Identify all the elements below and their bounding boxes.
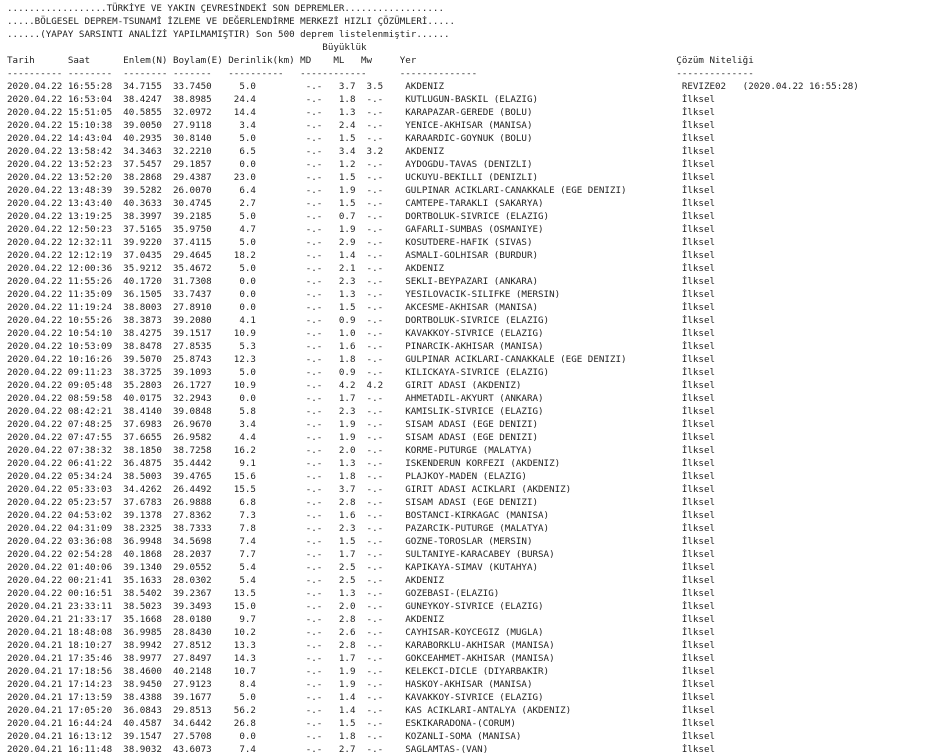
table-row: 2020.04.22 07:47:55 37.6655 26.9582 4.4 … — [7, 432, 716, 443]
table-row: 2020.04.22 09:11:23 38.3725 39.1093 5.0 … — [7, 367, 716, 378]
earthquake-list: ..................TÜRKİYE VE YAKIN ÇEVRE… — [7, 2, 859, 756]
column-headers: Tarih Saat Enlem(N) Boylam(E) Derinlik(k… — [7, 55, 754, 66]
table-row: 2020.04.22 13:48:39 39.5282 26.0070 6.4 … — [7, 185, 716, 196]
table-row: 2020.04.22 08:42:21 38.4140 39.0848 5.8 … — [7, 406, 716, 417]
header-line-1: ..................TÜRKİYE VE YAKIN ÇEVRE… — [7, 3, 444, 14]
table-row: 2020.04.22 13:52:20 38.2868 29.4387 23.0… — [7, 172, 716, 183]
table-row: 2020.04.21 16:44:24 40.4587 34.6442 26.8… — [7, 718, 716, 729]
table-row: 2020.04.21 17:13:59 38.4388 39.1677 5.0 … — [7, 692, 716, 703]
table-row: 2020.04.22 00:16:51 38.5402 39.2367 13.5… — [7, 588, 716, 599]
table-row: 2020.04.22 11:19:24 38.8003 27.8910 0.0 … — [7, 302, 716, 313]
table-row: 2020.04.22 00:21:41 35.1633 28.0302 5.4 … — [7, 575, 716, 586]
table-row: 2020.04.22 05:34:24 38.5003 39.4765 15.6… — [7, 471, 716, 482]
table-row: 2020.04.21 21:33:17 35.1668 28.0180 9.7 … — [7, 614, 716, 625]
table-row: 2020.04.22 10:16:26 39.5070 25.8743 12.3… — [7, 354, 716, 365]
table-row: 2020.04.21 17:35:46 38.9977 27.8497 14.3… — [7, 653, 716, 664]
table-row: 2020.04.22 10:55:26 38.3873 39.2080 4.1 … — [7, 315, 716, 326]
table-row: 2020.04.21 17:14:23 38.9450 27.9123 8.4 … — [7, 679, 716, 690]
table-row: 2020.04.22 01:40:06 39.1340 29.0552 5.4 … — [7, 562, 716, 573]
table-row: 2020.04.22 09:05:48 35.2803 26.1727 10.9… — [7, 380, 716, 391]
table-row: 2020.04.22 12:12:19 37.0435 29.4645 18.2… — [7, 250, 716, 261]
table-row: 2020.04.22 15:10:38 39.0050 27.9118 3.4 … — [7, 120, 716, 131]
table-row: 2020.04.22 04:31:09 38.2325 38.7333 7.8 … — [7, 523, 716, 534]
table-row: 2020.04.22 08:59:58 40.0175 32.2943 0.0 … — [7, 393, 716, 404]
table-row: 2020.04.21 16:11:48 38.9032 43.6073 7.4 … — [7, 744, 716, 755]
table-row: 2020.04.21 18:48:08 36.9985 28.8430 10.2… — [7, 627, 716, 638]
table-row: 2020.04.22 13:52:23 37.5457 29.1857 0.0 … — [7, 159, 716, 170]
magnitude-group-label: Büyüklük — [7, 42, 367, 53]
table-row: 2020.04.22 06:41:22 36.4875 35.4442 9.1 … — [7, 458, 716, 469]
table-row: 2020.04.22 16:55:28 34.7155 33.7450 5.0 … — [7, 81, 859, 92]
table-row: 2020.04.22 05:33:03 34.4262 26.4492 15.5… — [7, 484, 716, 495]
table-row: 2020.04.22 13:43:40 40.3633 30.4745 2.7 … — [7, 198, 716, 209]
table-row: 2020.04.21 18:10:27 38.9942 27.8512 13.3… — [7, 640, 716, 651]
column-separator: ---------- -------- -------- ------- ---… — [7, 68, 754, 79]
table-row: 2020.04.21 23:33:11 38.5023 39.3493 15.0… — [7, 601, 716, 612]
table-row: 2020.04.21 16:13:12 39.1547 27.5708 0.0 … — [7, 731, 716, 742]
earthquake-rows: 2020.04.22 16:55:28 34.7155 33.7450 5.0 … — [7, 80, 859, 756]
table-row: 2020.04.22 13:58:42 34.3463 32.2210 6.5 … — [7, 146, 716, 157]
table-row: 2020.04.22 12:00:36 35.9212 35.4672 5.0 … — [7, 263, 716, 274]
header-line-2: .....BÖLGESEL DEPREM-TSUNAMİ İZLEME VE D… — [7, 16, 456, 27]
table-row: 2020.04.22 11:35:09 36.1505 33.7437 0.0 … — [7, 289, 716, 300]
table-row: 2020.04.22 12:50:23 37.5165 35.9750 4.7 … — [7, 224, 716, 235]
table-row: 2020.04.22 10:54:10 38.4275 39.1517 10.9… — [7, 328, 716, 339]
table-row: 2020.04.22 07:38:32 38.1850 38.7258 16.2… — [7, 445, 716, 456]
table-row: 2020.04.21 17:05:20 36.0843 29.8513 56.2… — [7, 705, 716, 716]
table-row: 2020.04.22 07:48:25 37.6983 26.9670 3.4 … — [7, 419, 716, 430]
table-row: 2020.04.22 15:51:05 40.5855 32.0972 14.4… — [7, 107, 716, 118]
table-row: 2020.04.22 16:53:04 38.4247 38.8985 24.4… — [7, 94, 716, 105]
table-row: 2020.04.22 04:53:02 39.1378 27.8362 7.3 … — [7, 510, 716, 521]
table-row: 2020.04.22 02:54:28 40.1868 28.2037 7.7 … — [7, 549, 716, 560]
table-row: 2020.04.22 11:55:26 40.1720 31.7308 0.0 … — [7, 276, 716, 287]
table-row: 2020.04.22 14:43:04 40.2935 30.8140 5.0 … — [7, 133, 716, 144]
table-row: 2020.04.22 13:19:25 38.3997 39.2185 5.0 … — [7, 211, 716, 222]
table-row: 2020.04.22 05:23:57 37.6783 26.9888 6.8 … — [7, 497, 716, 508]
table-row: 2020.04.22 03:36:08 36.9948 34.5698 7.4 … — [7, 536, 716, 547]
header-line-3: ......(YAPAY SARSINTI ANALİZİ YAPILMAMIŞ… — [7, 29, 450, 40]
table-row: 2020.04.22 10:53:09 38.8478 27.8535 5.3 … — [7, 341, 716, 352]
table-row: 2020.04.22 12:32:11 39.9220 37.4115 5.0 … — [7, 237, 716, 248]
table-row: 2020.04.21 17:18:56 38.4600 40.2148 10.7… — [7, 666, 716, 677]
